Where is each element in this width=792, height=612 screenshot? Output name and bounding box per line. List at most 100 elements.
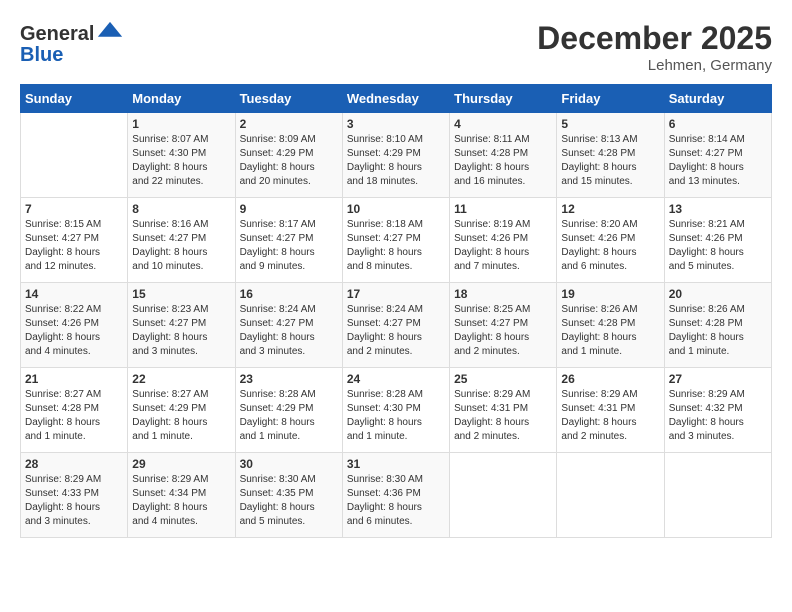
header-thursday: Thursday	[450, 85, 557, 113]
day-info: Sunrise: 8:24 AM Sunset: 4:27 PM Dayligh…	[240, 303, 338, 359]
day-number: 15	[132, 287, 230, 301]
day-info: Sunrise: 8:29 AM Sunset: 4:31 PM Dayligh…	[454, 388, 552, 444]
day-number: 28	[25, 457, 123, 471]
header-friday: Friday	[557, 85, 664, 113]
calendar-cell: 5 Sunrise: 8:13 AM Sunset: 4:28 PM Daylig…	[557, 113, 664, 198]
day-number: 21	[25, 372, 123, 386]
day-number: 2	[240, 117, 338, 131]
day-number: 14	[25, 287, 123, 301]
day-info: Sunrise: 8:19 AM Sunset: 4:26 PM Dayligh…	[454, 218, 552, 274]
day-info: Sunrise: 8:26 AM Sunset: 4:28 PM Dayligh…	[561, 303, 659, 359]
calendar-cell: 23Sunrise: 8:28 AM Sunset: 4:29 PM Dayli…	[235, 368, 342, 453]
calendar-cell: 15 Sunrise: 8:23 AM Sunset: 4:27 PM Dayli…	[128, 283, 235, 368]
calendar-cell: 9Sunrise: 8:17 AM Sunset: 4:27 PM Daylig…	[235, 198, 342, 283]
calendar-header-row: SundayMondayTuesdayWednesdayThursdayFrid…	[21, 85, 772, 113]
day-number: 13	[669, 202, 767, 216]
calendar-cell: 8Sunrise: 8:16 AM Sunset: 4:27 PM Daylig…	[128, 198, 235, 283]
day-number: 24	[347, 372, 445, 386]
day-info: Sunrise: 8:24 AM Sunset: 4:27 PM Dayligh…	[347, 303, 445, 359]
day-number: 16	[240, 287, 338, 301]
day-number: 3	[347, 117, 445, 131]
day-info: Sunrise: 8:20 AM Sunset: 4:26 PM Dayligh…	[561, 218, 659, 274]
calendar-cell: 18 Sunrise: 8:25 AM Sunset: 4:27 PM Dayli…	[450, 283, 557, 368]
day-info: Sunrise: 8:09 AM Sunset: 4:29 PM Dayligh…	[240, 133, 338, 189]
day-number: 18	[454, 287, 552, 301]
calendar-cell: 13Sunrise: 8:21 AM Sunset: 4:26 PM Dayli…	[664, 198, 771, 283]
calendar-cell: 27 Sunrise: 8:29 AM Sunset: 4:32 PM Dayli…	[664, 368, 771, 453]
calendar-cell: 20Sunrise: 8:26 AM Sunset: 4:28 PM Dayli…	[664, 283, 771, 368]
day-number: 23	[240, 372, 338, 386]
day-info: Sunrise: 8:16 AM Sunset: 4:27 PM Dayligh…	[132, 218, 230, 274]
day-number: 25	[454, 372, 552, 386]
calendar-week-row: 14 Sunrise: 8:22 AM Sunset: 4:26 PM Dayli…	[21, 283, 772, 368]
day-info: Sunrise: 8:29 AM Sunset: 4:34 PM Dayligh…	[132, 473, 230, 529]
day-number: 6	[669, 117, 767, 131]
calendar-cell: 12 Sunrise: 8:20 AM Sunset: 4:26 PM Dayli…	[557, 198, 664, 283]
day-info: Sunrise: 8:27 AM Sunset: 4:29 PM Dayligh…	[132, 388, 230, 444]
calendar-cell: 2 Sunrise: 8:09 AM Sunset: 4:29 PM Daylig…	[235, 113, 342, 198]
day-number: 7	[25, 202, 123, 216]
calendar-cell: 29 Sunrise: 8:29 AM Sunset: 4:34 PM Dayli…	[128, 453, 235, 538]
day-info: Sunrise: 8:30 AM Sunset: 4:35 PM Dayligh…	[240, 473, 338, 529]
calendar-table: SundayMondayTuesdayWednesdayThursdayFrid…	[20, 84, 772, 538]
calendar-cell: 16 Sunrise: 8:24 AM Sunset: 4:27 PM Dayli…	[235, 283, 342, 368]
calendar-cell: 28 Sunrise: 8:29 AM Sunset: 4:33 PM Dayli…	[21, 453, 128, 538]
day-number: 10	[347, 202, 445, 216]
calendar-cell: 22 Sunrise: 8:27 AM Sunset: 4:29 PM Dayli…	[128, 368, 235, 453]
calendar-cell: 26Sunrise: 8:29 AM Sunset: 4:31 PM Dayli…	[557, 368, 664, 453]
day-info: Sunrise: 8:15 AM Sunset: 4:27 PM Dayligh…	[25, 218, 123, 274]
day-info: Sunrise: 8:10 AM Sunset: 4:29 PM Dayligh…	[347, 133, 445, 189]
calendar-cell: 17 Sunrise: 8:24 AM Sunset: 4:27 PM Dayli…	[342, 283, 449, 368]
calendar-cell: 6 Sunrise: 8:14 AM Sunset: 4:27 PM Daylig…	[664, 113, 771, 198]
calendar-cell: 21 Sunrise: 8:27 AM Sunset: 4:28 PM Dayli…	[21, 368, 128, 453]
day-number: 31	[347, 457, 445, 471]
day-number: 30	[240, 457, 338, 471]
calendar-cell: 19 Sunrise: 8:26 AM Sunset: 4:28 PM Dayli…	[557, 283, 664, 368]
day-info: Sunrise: 8:14 AM Sunset: 4:27 PM Dayligh…	[669, 133, 767, 189]
page-header: General Blue December 2025 Lehmen, Germa…	[20, 20, 772, 74]
calendar-cell	[557, 453, 664, 538]
day-info: Sunrise: 8:29 AM Sunset: 4:33 PM Dayligh…	[25, 473, 123, 529]
day-info: Sunrise: 8:29 AM Sunset: 4:32 PM Dayligh…	[669, 388, 767, 444]
day-number: 19	[561, 287, 659, 301]
calendar-cell	[21, 113, 128, 198]
day-number: 12	[561, 202, 659, 216]
calendar-cell: 10 Sunrise: 8:18 AM Sunset: 4:27 PM Dayli…	[342, 198, 449, 283]
month-title: December 2025	[537, 20, 772, 57]
logo: General Blue	[20, 20, 124, 67]
day-number: 26	[561, 372, 659, 386]
location: Lehmen, Germany	[537, 57, 772, 74]
day-info: Sunrise: 8:28 AM Sunset: 4:30 PM Dayligh…	[347, 388, 445, 444]
day-info: Sunrise: 8:25 AM Sunset: 4:27 PM Dayligh…	[454, 303, 552, 359]
day-number: 5	[561, 117, 659, 131]
calendar-cell: 31 Sunrise: 8:30 AM Sunset: 4:36 PM Dayli…	[342, 453, 449, 538]
calendar-cell: 4Sunrise: 8:11 AM Sunset: 4:28 PM Daylig…	[450, 113, 557, 198]
day-info: Sunrise: 8:30 AM Sunset: 4:36 PM Dayligh…	[347, 473, 445, 529]
calendar-cell	[450, 453, 557, 538]
day-number: 17	[347, 287, 445, 301]
calendar-cell: 24 Sunrise: 8:28 AM Sunset: 4:30 PM Dayli…	[342, 368, 449, 453]
day-info: Sunrise: 8:27 AM Sunset: 4:28 PM Dayligh…	[25, 388, 123, 444]
day-info: Sunrise: 8:13 AM Sunset: 4:28 PM Dayligh…	[561, 133, 659, 189]
day-info: Sunrise: 8:22 AM Sunset: 4:26 PM Dayligh…	[25, 303, 123, 359]
day-info: Sunrise: 8:18 AM Sunset: 4:27 PM Dayligh…	[347, 218, 445, 274]
header-tuesday: Tuesday	[235, 85, 342, 113]
logo-general: General	[20, 23, 94, 46]
calendar-cell: 25 Sunrise: 8:29 AM Sunset: 4:31 PM Dayli…	[450, 368, 557, 453]
day-number: 4	[454, 117, 552, 131]
day-number: 29	[132, 457, 230, 471]
calendar-week-row: 21 Sunrise: 8:27 AM Sunset: 4:28 PM Dayli…	[21, 368, 772, 453]
calendar-cell: 7 Sunrise: 8:15 AM Sunset: 4:27 PM Daylig…	[21, 198, 128, 283]
calendar-cell: 11Sunrise: 8:19 AM Sunset: 4:26 PM Dayli…	[450, 198, 557, 283]
calendar-week-row: 1Sunrise: 8:07 AM Sunset: 4:30 PM Daylig…	[21, 113, 772, 198]
day-number: 27	[669, 372, 767, 386]
calendar-cell: 14 Sunrise: 8:22 AM Sunset: 4:26 PM Dayli…	[21, 283, 128, 368]
calendar-cell: 1Sunrise: 8:07 AM Sunset: 4:30 PM Daylig…	[128, 113, 235, 198]
header-wednesday: Wednesday	[342, 85, 449, 113]
day-number: 9	[240, 202, 338, 216]
day-info: Sunrise: 8:23 AM Sunset: 4:27 PM Dayligh…	[132, 303, 230, 359]
day-number: 22	[132, 372, 230, 386]
logo-icon	[96, 20, 124, 48]
calendar-cell	[664, 453, 771, 538]
day-info: Sunrise: 8:07 AM Sunset: 4:30 PM Dayligh…	[132, 133, 230, 189]
